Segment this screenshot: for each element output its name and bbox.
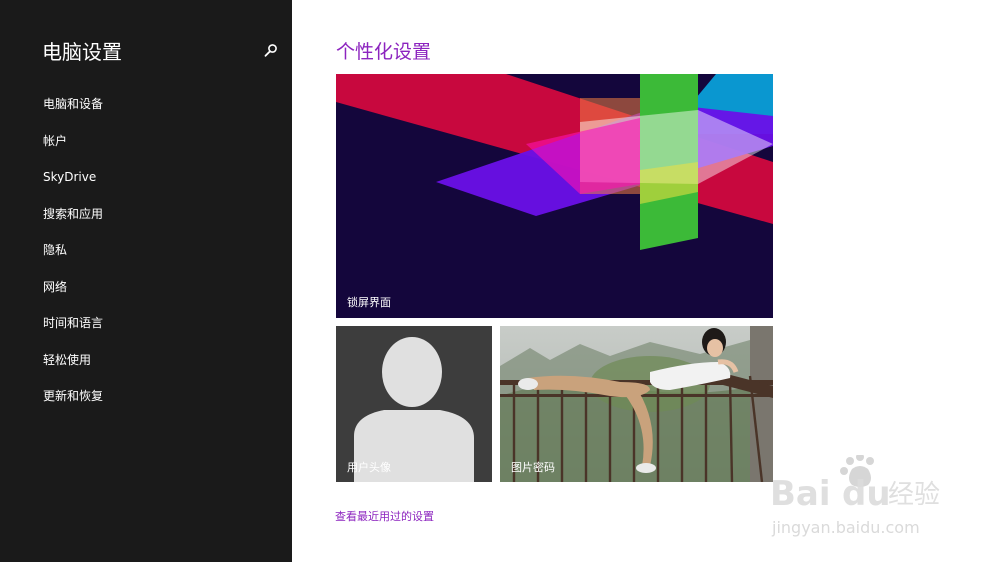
sidebar: 电脑设置 电脑和设备 帐户 SkyDrive 搜索和应用 隐私 网络 时间和语言… (0, 0, 292, 562)
sidebar-item-network[interactable]: 网络 (43, 279, 103, 316)
sidebar-item-accounts[interactable]: 帐户 (43, 133, 103, 170)
search-icon (264, 44, 277, 57)
baidu-jingyan-watermark: Bai du 经验 jingyan.baidu.com (770, 453, 960, 545)
lock-screen-tile[interactable]: 锁屏界面 (336, 74, 773, 318)
lock-screen-label: 锁屏界面 (347, 296, 391, 309)
sidebar-item-update-and-recovery[interactable]: 更新和恢复 (43, 388, 103, 425)
picture-password-label: 图片密码 (511, 461, 555, 474)
sidebar-title: 电脑设置 (42, 40, 122, 64)
svg-text:Bai: Bai (770, 474, 831, 514)
sidebar-item-pc-and-devices[interactable]: 电脑和设备 (43, 96, 103, 133)
svg-text:jingyan.baidu.com: jingyan.baidu.com (771, 518, 920, 537)
sidebar-item-time-and-language[interactable]: 时间和语言 (43, 315, 103, 352)
account-picture-label: 用户头像 (347, 461, 391, 474)
page-title: 个性化设置 (336, 41, 432, 63)
lock-screen-image (336, 74, 773, 318)
baidu-jingyan-logo: Bai du 经验 jingyan.baidu.com (770, 453, 940, 537)
sidebar-item-ease-of-access[interactable]: 轻松使用 (43, 352, 103, 389)
account-picture-tile[interactable]: 用户头像 (336, 326, 492, 482)
svg-text:经验: 经验 (888, 480, 940, 510)
sidebar-item-privacy[interactable]: 隐私 (43, 242, 103, 279)
sidebar-item-skydrive[interactable]: SkyDrive (43, 169, 103, 206)
sidebar-item-search-and-apps[interactable]: 搜索和应用 (43, 206, 103, 243)
svg-text:du: du (842, 474, 891, 514)
search-button[interactable] (260, 40, 282, 62)
sidebar-nav: 电脑和设备 帐户 SkyDrive 搜索和应用 隐私 网络 时间和语言 轻松使用… (43, 96, 103, 425)
recent-settings-link[interactable]: 查看最近用过的设置 (335, 508, 434, 524)
picture-password-tile[interactable]: 图片密码 (500, 326, 773, 482)
